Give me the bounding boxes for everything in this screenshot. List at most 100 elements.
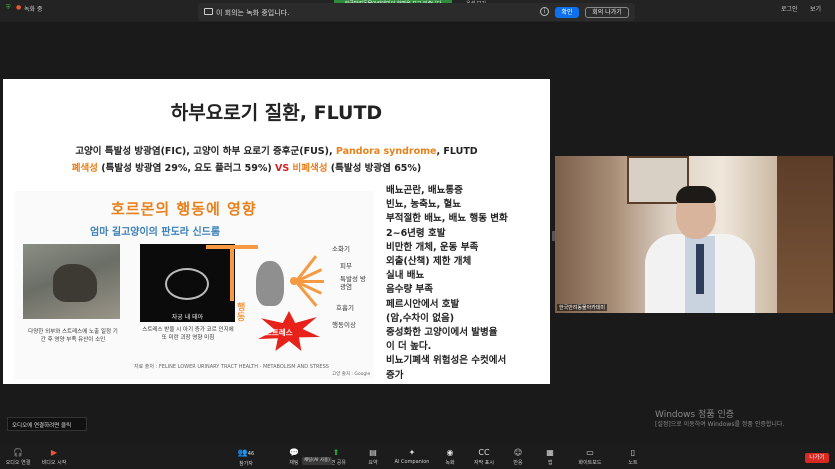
leave-button[interactable]: 나가기 (805, 453, 829, 463)
ai-sparkle-icon: ✦ (408, 448, 416, 457)
stress-label: 스트레스 (265, 328, 293, 337)
whiteboard-icon: ▭ (586, 448, 594, 457)
chat-ai-popup[interactable]: 채팅(AI 사용) (302, 457, 332, 465)
login-button[interactable]: 로그인 (781, 4, 798, 13)
caption-left: 다양한 외부와 스트레스에 노출 일정 기간 후 영양 부족 유산이 소인 (28, 329, 118, 343)
cat-illustration (256, 261, 284, 306)
symptom-item: 비뇨기폐색 위험성은 수컷에서 (386, 355, 507, 367)
line2-text-b: (특발성 방광염 29%, 요도 플러그 59%) (97, 163, 275, 174)
video-off-icon: ▶ (50, 448, 58, 457)
notes-button[interactable]: ▯ 노트 (615, 448, 651, 466)
ultrasound-image: 자궁 내 태아 (140, 244, 235, 322)
reactions-label: 반응 (513, 460, 523, 466)
nonobstructive-label: 비폐색성 (289, 163, 328, 174)
speaker-video-tile[interactable]: 한국반려동물아카데미 (555, 156, 833, 313)
behavior-label: 소화기 (332, 245, 350, 253)
participants-button[interactable]: 👥46 참가자 (228, 448, 264, 467)
summary-icon: ▤ (369, 448, 377, 457)
recording-notice-text: 이 회의는 녹화 중입니다. (216, 9, 290, 17)
infographic-title: 호르몬의 행동에 영향 (111, 200, 257, 218)
behavior-label: 행동이상 (332, 321, 356, 329)
captions-icon: CC (478, 448, 490, 457)
pandora-highlight: Pandora syndrome (335, 146, 437, 157)
cat-photo (23, 244, 120, 319)
join-audio-button[interactable]: 🎧 오디오 연결 (0, 448, 36, 466)
symptom-item: 배뇨곤란, 배뇨통증 (386, 185, 463, 196)
source-credit: 자료 출처 : FELINE LOWER URINARY TRACT HEALT… (134, 364, 329, 370)
symptom-item: 외출(산책) 제한 개체 (386, 256, 472, 268)
symptom-item: 비만한 개체, 운동 부족 (386, 241, 479, 253)
ultrasound-label: 자궁 내 태아 (171, 314, 204, 321)
meeting-toolbar: 🎧 오디오 연결 ▶ 비디오 시작 👥46 참가자 💬 채팅 ⬆ 화면 공유 ▤ 요약 ✦ A… (0, 445, 835, 469)
ok-button[interactable]: 확인 (555, 7, 579, 18)
leave-meeting-button[interactable]: 회의 나가기 (585, 7, 629, 18)
whiteboard-label: 화이트보드 (578, 460, 602, 466)
behavior-word: 행동 (237, 303, 246, 323)
caption-middle: 스트레스 받을 시 아기 증가 코르 인지에 또 미란 괴장 영향 미침 (142, 327, 234, 341)
ai-companion-label: AI Companion (394, 459, 430, 465)
headphones-icon: 🎧 (13, 448, 23, 457)
symptom-item: 페르시안에서 호발 (386, 298, 460, 310)
recording-icon (204, 8, 213, 15)
notes-label: 노트 (628, 460, 638, 466)
symptom-item: (암,수차이 없음) (386, 312, 455, 324)
infographic-subtitle: 엄마 길고양이의 판도라 신드롬 (90, 227, 221, 238)
behavior-label: 피부 (340, 262, 352, 270)
symptom-item: 중성화한 고양이에서 발병율 (386, 327, 498, 339)
symptom-item: 이 더 높다. (386, 341, 432, 353)
symptom-item: 2~6년령 호발 (386, 227, 446, 239)
view-button[interactable]: 보기 (810, 4, 821, 13)
participants-count: 46 (247, 451, 255, 457)
shared-slide: 하부요로기 질환, FLUTD 고양이 특발성 방광염(FIC), 고양이 하부… (3, 79, 550, 384)
reactions-icon: ☺ (513, 448, 523, 457)
recording-dot-icon: ● (16, 4, 22, 11)
cat-figure (53, 264, 97, 302)
hormone-infographic: 호르몬의 행동에 영향 엄마 길고양이의 판도라 신드롬 자궁 내 태아 소화기… (14, 191, 374, 379)
whiteboard-button[interactable]: ▭ 화이트보드 (572, 448, 608, 466)
ultrasound-fetus (165, 268, 209, 300)
symptom-item: 부적절한 배뇨, 배뇨 행동 변화 (386, 213, 508, 225)
participants-label: 참가자 (239, 461, 253, 467)
participants-icon: 👥46 (237, 448, 255, 457)
security-shield-icon[interactable]: ⛨ (6, 4, 11, 12)
symptom-item: 증가 (386, 369, 404, 381)
image-credit: 고양 출처 : Google (332, 372, 371, 377)
slide-subtitle-line1: 고양이 특발성 방광염(FIC), 고양이 하부 요로기 증후군(FUS), P… (3, 143, 550, 157)
apps-button[interactable]: ▦ 앱 (532, 448, 568, 466)
slide-subtitle-line2: 폐색성 (특발성 방광염 29%, 요도 플러그 59%) VS 비폐색성 (특… (0, 160, 520, 174)
recording-status: 녹화 중 (24, 6, 43, 13)
recording-notice-banner: 이 회의는 녹화 중입니다. i 확인 회의 나가기 (198, 3, 635, 21)
ai-companion-button[interactable]: ✦ AI Companion (392, 448, 432, 465)
start-video-label: 비디오 시작 (41, 460, 67, 466)
line1-text-a: 고양이 특발성 방광염(FIC), 고양이 하부 요로기 증후군(FUS), (75, 146, 336, 157)
captions-label: 자막 표시 (474, 460, 494, 466)
captions-button[interactable]: CC 자막 표시 (466, 448, 502, 466)
speaker-tie (696, 244, 704, 294)
activation-watermark-subtitle: [설정]으로 이동하여 Windows를 정품 인증합니다. (655, 421, 785, 428)
record-label: 녹화 (445, 460, 455, 466)
vs-label: VS (275, 163, 290, 174)
speaker-hair (676, 186, 716, 203)
summary-button[interactable]: ▤ 요약 (355, 448, 391, 466)
symptom-list: 배뇨곤란, 배뇨통증 빈뇨, 농축뇨, 혈뇨 부적절한 배뇨, 배뇨 행동 변화… (386, 184, 546, 383)
reactions-button[interactable]: ☺ 반응 (500, 448, 536, 466)
join-audio-label: 오디오 연결 (5, 460, 31, 466)
start-video-button[interactable]: ▶ 비디오 시작 (36, 448, 72, 466)
info-icon[interactable]: i (540, 7, 549, 16)
connector-stem (230, 245, 234, 301)
line2-text-d: (특발성 방광염 65%) (327, 163, 422, 174)
participant-name-tag: 한국반려동물아카데미 (557, 304, 608, 311)
line1-text-b: , FLUTD (436, 146, 478, 157)
apps-label: 앱 (547, 460, 553, 466)
summary-label: 요약 (368, 460, 378, 466)
behavior-label: 호흡기 (336, 304, 354, 312)
record-button[interactable]: ◉ 녹화 (432, 448, 468, 466)
behavior-label: 특발성 방광염 (340, 275, 366, 291)
notes-icon: ▯ (630, 448, 636, 457)
obstructive-label: 폐색성 (71, 163, 98, 174)
apps-icon: ▦ (546, 448, 554, 457)
symptom-item: 음수량 부족 (386, 284, 434, 296)
symptom-item: 빈뇨, 농축뇨, 혈뇨 (386, 199, 462, 211)
record-icon: ◉ (446, 448, 454, 457)
symptom-item: 실내 배뇨 (386, 270, 425, 282)
